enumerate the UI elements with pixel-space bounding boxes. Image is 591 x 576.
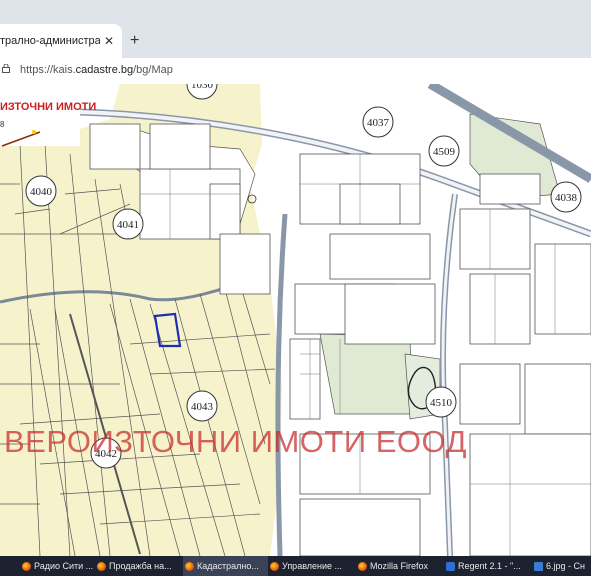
firefox-icon: [22, 561, 31, 571]
plot-number-1030: 1030: [191, 84, 214, 91]
firefox-icon: [270, 561, 279, 571]
plot-number-4510: 4510: [430, 397, 453, 409]
plot-number-4043: 4043: [191, 401, 214, 413]
tab-strip: трално-административ ✕ +: [0, 18, 591, 58]
tab-title: трално-административ: [0, 35, 100, 47]
plot-number-4509: 4509: [433, 146, 456, 158]
firefox-icon: [97, 561, 106, 571]
logo-text: ИЗТОЧНИ ИМОТИ: [0, 101, 97, 113]
new-tab-button[interactable]: +: [130, 32, 139, 50]
watermark: ВЕРОИЗТОЧНИ ИМОТИ ЕООД: [4, 424, 467, 459]
taskbar: Радио Сити ... Продажба на... Кадастралн…: [0, 556, 591, 576]
taskbar-item-radio[interactable]: Радио Сити ...: [20, 556, 95, 576]
window-top-edge: [0, 0, 591, 18]
plot-number-4038: 4038: [555, 192, 578, 204]
lock-icon: [2, 64, 10, 73]
plot-number-4040: 4040: [30, 186, 53, 198]
taskbar-item-sale[interactable]: Продажба на...: [95, 556, 183, 576]
taskbar-item-regent[interactable]: Regent 2.1 - "...: [444, 556, 532, 576]
taskbar-item-image[interactable]: 6.jpg - Сн: [532, 556, 591, 576]
taskbar-item-firefox[interactable]: Mozilla Firefox: [356, 556, 444, 576]
taskbar-item-management[interactable]: Управление ...: [268, 556, 356, 576]
cadastral-map[interactable]: 1030 4037 4509 4040 4041 4038 4043 4042 …: [0, 84, 591, 556]
tab-cadastre[interactable]: трално-административ ✕: [0, 24, 122, 58]
address-bar[interactable]: https://kais.cadastre.bg/bg/Map: [0, 58, 591, 85]
photos-icon: [534, 561, 543, 571]
close-icon[interactable]: ✕: [104, 34, 114, 48]
regent-icon: [446, 561, 455, 571]
firefox-icon: [358, 561, 367, 571]
url-text[interactable]: https://kais.cadastre.bg/bg/Map: [20, 64, 173, 76]
logo-arrow-icon: [1, 130, 41, 147]
plot-number-4041: 4041: [117, 219, 139, 231]
taskbar-item-cadastre[interactable]: Кадастрално...: [183, 556, 268, 576]
taskbar-start-edge: [0, 556, 20, 576]
plot-number-4037: 4037: [367, 117, 390, 129]
firefox-icon: [185, 561, 194, 571]
